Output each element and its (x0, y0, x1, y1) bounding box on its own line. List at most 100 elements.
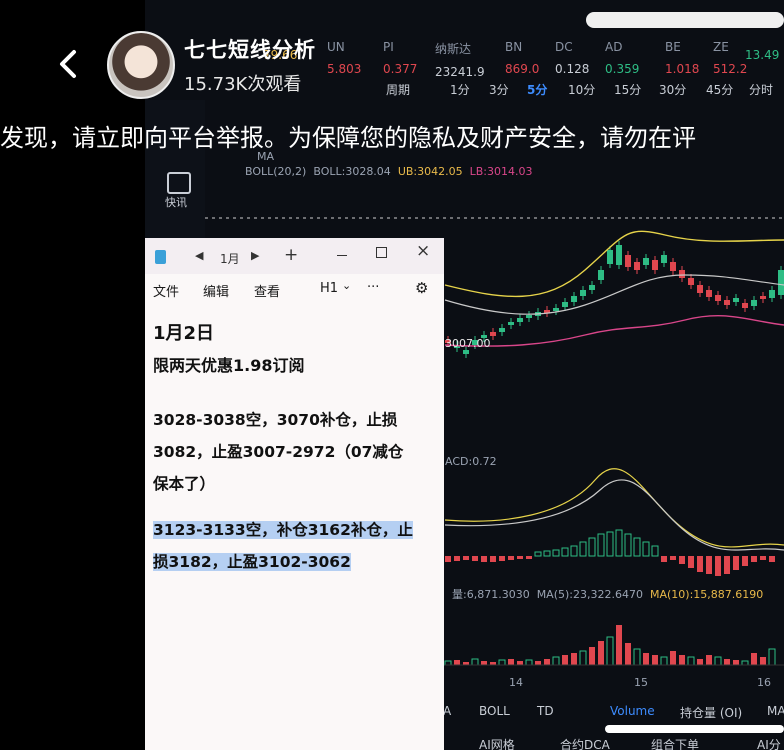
tab-indicator[interactable]: A (443, 704, 451, 718)
channel-name[interactable]: 七七短线分析 (184, 34, 316, 64)
macd-bar (633, 537, 641, 557)
menu-edit[interactable]: 编辑 (203, 281, 229, 300)
volume-value: 量:6,871.3030 (452, 588, 530, 601)
volume-bar (481, 661, 487, 665)
axis-date-label: 16 (757, 676, 771, 689)
new-tab-icon[interactable]: + (284, 245, 298, 265)
volume-bar (741, 660, 749, 666)
volume-bar (454, 660, 460, 665)
macd-bar (606, 531, 614, 557)
macd-bar (651, 545, 659, 557)
volume-bar (660, 656, 668, 666)
tab-td[interactable]: TD (537, 704, 554, 718)
menu-file[interactable]: 文件 (153, 281, 179, 300)
view-count: 15.73K次观看 (184, 74, 302, 95)
volume-bar (652, 655, 658, 665)
indicator-tabs: A BOLL TD Volume 持仓量 (OI) MA (435, 704, 784, 724)
macd-bar (508, 556, 514, 560)
macd-bar (597, 533, 605, 557)
menu-view[interactable]: 查看 (254, 281, 280, 300)
macd-bar (679, 556, 685, 564)
volume-bar (525, 659, 533, 666)
macd-bar (588, 537, 596, 557)
macd-bar (706, 556, 712, 574)
macd-bar (769, 556, 775, 562)
volume-bar (517, 661, 523, 665)
chevron-left-icon (60, 50, 76, 78)
macd-bar (760, 556, 766, 560)
volume-bar (616, 625, 622, 665)
top-url-bar[interactable] (586, 12, 784, 28)
axis-date-label: 14 (509, 676, 523, 689)
tool-ai[interactable]: AI分 (757, 736, 781, 750)
tab-next-icon[interactable]: ▶ (251, 249, 259, 262)
macd-bar (688, 556, 694, 568)
tab-ma[interactable]: MA (767, 704, 784, 718)
macd-bar (552, 549, 560, 557)
chevron-down-icon[interactable]: ⌄ (342, 279, 351, 292)
tab-boll[interactable]: BOLL (479, 704, 510, 718)
note-line-highlighted: 损3182，止盈3102-3062 (153, 553, 351, 571)
volume-bar (697, 659, 703, 665)
maximize-icon[interactable] (376, 247, 387, 258)
macd-bar (543, 550, 551, 557)
note-line: 1月2日 (153, 323, 215, 344)
macd-value: ACD:0.72 (445, 455, 497, 468)
volume-bar (471, 658, 479, 666)
volume-bar (444, 660, 452, 666)
macd-bar (490, 556, 496, 562)
volume-bar (571, 653, 577, 665)
volume-bar (535, 661, 541, 665)
volume-bar (625, 643, 631, 665)
tab-volume[interactable]: Volume (610, 704, 655, 718)
more-menu[interactable]: ··· (367, 280, 379, 295)
tool-dca[interactable]: 合约DCA (560, 736, 610, 750)
macd-bar (499, 556, 505, 561)
macd-bar (445, 556, 451, 562)
macd-bar (517, 556, 523, 559)
volume-bar (724, 659, 730, 665)
macd-bar (615, 529, 623, 557)
volume-bar (687, 656, 695, 666)
volume-indicator-line: 量:6,871.3030 MA(5):23,322.6470 MA(10):15… (452, 586, 763, 602)
volume-bar (606, 636, 614, 666)
note-line: 3082，止盈3007-2972（07减仓 (153, 443, 404, 461)
note-line: 保本了） (153, 475, 216, 493)
macd-bar (724, 556, 730, 574)
volume-bar (760, 657, 766, 665)
back-button[interactable] (52, 42, 88, 86)
notepad-tab-title[interactable]: 1月 (220, 250, 240, 267)
volume-bar (552, 656, 560, 666)
volume-ma5: MA(5):23,322.6470 (536, 588, 643, 601)
note-line: 限两天优惠1.98订阅 (153, 356, 305, 375)
volume-bar (579, 650, 587, 666)
progress-scrub-bar[interactable] (605, 725, 784, 733)
notepad-menubar: 文件 编辑 查看 H1 ⌄ ··· ⚙ (145, 274, 444, 304)
volume-bar (508, 659, 514, 665)
heading-select[interactable]: H1 (320, 281, 338, 296)
tab-open-interest[interactable]: 持仓量 (OI) (680, 704, 742, 721)
macd-bar (481, 556, 487, 562)
tool-ai-grid[interactable]: AI网格 (479, 736, 515, 750)
axis-date-label: 15 (634, 676, 648, 689)
tool-combo-order[interactable]: 组合下单 (651, 736, 699, 750)
note-line: 3028-3038空，3070补仓，止损 (153, 411, 398, 429)
notepad-titlebar: ◀ 1月 ▶ + × (145, 238, 444, 274)
volume-bar (562, 655, 568, 665)
price-low-label: 3007.00 (445, 337, 491, 350)
volume-bar (589, 647, 595, 665)
volume-bar (544, 659, 550, 665)
avatar[interactable] (107, 31, 175, 99)
macd-bar (472, 556, 478, 561)
macd-bar (454, 556, 460, 561)
close-icon[interactable]: × (416, 241, 430, 261)
notepad-text-area[interactable]: 1月2日 限两天优惠1.98订阅 3028-3038空，3070补仓，止损 30… (153, 318, 444, 578)
tab-prev-icon[interactable]: ◀ (195, 249, 203, 262)
macd-bar (561, 547, 569, 557)
settings-gear-icon[interactable]: ⚙ (415, 279, 428, 297)
minimize-icon[interactable] (337, 255, 347, 256)
macd-bar (742, 556, 748, 566)
note-line (153, 382, 444, 404)
volume-bar (598, 641, 604, 665)
macd-bar (670, 556, 676, 560)
